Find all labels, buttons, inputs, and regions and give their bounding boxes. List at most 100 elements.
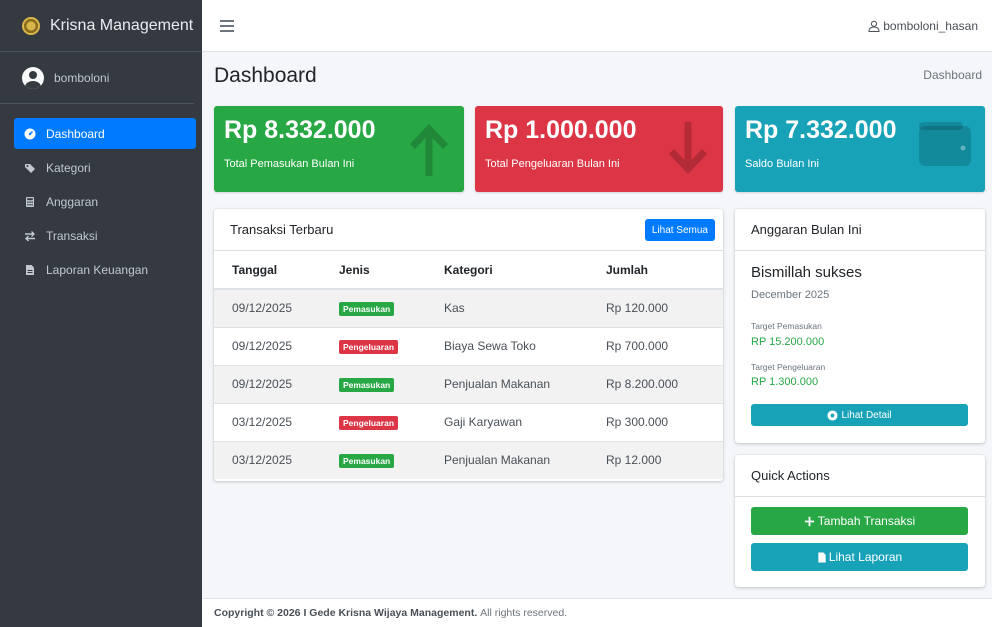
cell-category: Biaya Sewa Toko: [426, 326, 588, 365]
brand-name: Krisna Management: [50, 16, 194, 34]
type-badge: Pemasukan: [339, 453, 395, 468]
sidebar-item-laporan-keuangan[interactable]: Laporan Keuangan: [14, 254, 196, 285]
exchange-icon: [24, 230, 36, 242]
file-icon: [24, 264, 36, 276]
target-expense-label: Target Pengeluaran: [751, 362, 826, 372]
eye-icon: [827, 409, 839, 421]
footer-company: I Gede Krisna Wijaya Management.: [303, 607, 478, 619]
view-detail-button[interactable]: Lihat Detail: [751, 404, 968, 426]
tag-icon: [24, 162, 36, 174]
cell-type: Pengeluaran: [321, 402, 426, 441]
user-name: bomboloni: [54, 70, 110, 85]
cell-date: 09/12/2025: [214, 364, 321, 403]
cell-date: 03/12/2025: [214, 440, 321, 479]
cell-date: 09/12/2025: [214, 288, 321, 327]
menu-toggle-icon[interactable]: [220, 20, 234, 32]
cell-category: Penjualan Makanan: [426, 440, 588, 479]
user-icon: [868, 20, 880, 32]
cell-type: Pengeluaran: [321, 326, 426, 365]
budget-name: Bismillah sukses: [751, 264, 862, 281]
cell-amount: Rp 300.000: [588, 402, 723, 441]
user-menu[interactable]: bomboloni_hasan: [868, 19, 978, 33]
income-value: Rp 8.332.000: [224, 116, 376, 144]
table-row: 09/12/2025 Pemasukan Penjualan Makanan R…: [214, 364, 723, 403]
sidebar-item-label: Laporan Keuangan: [46, 262, 149, 277]
add-transaction-button[interactable]: Tambah Transaksi: [751, 507, 968, 535]
footer: Copyright © 2026 I Gede Krisna Wijaya Ma…: [202, 598, 992, 627]
sidebar-item-label: Dashboard: [46, 126, 105, 141]
wallet-icon: [919, 122, 971, 166]
type-badge: Pemasukan: [339, 301, 395, 316]
plus-icon: [804, 516, 814, 526]
type-badge: Pengeluaran: [339, 415, 399, 430]
sidebar-item-label: Transaksi: [46, 228, 98, 243]
balance-label: Saldo Bulan Ini: [745, 158, 819, 170]
column-header: Tanggal: [214, 251, 321, 290]
page-title: Dashboard: [214, 64, 317, 87]
transactions-table: Tanggal Jenis Kategori Jumlah 09/12/2025…: [214, 251, 723, 479]
brand-link[interactable]: Krisna Management: [0, 0, 202, 52]
cell-category: Penjualan Makanan: [426, 364, 588, 403]
user-avatar-icon: [22, 66, 44, 89]
footer-copyright: Copyright © 2026: [214, 607, 301, 619]
dashboard-icon: [24, 128, 36, 140]
table-row: 03/12/2025 Pengeluaran Gaji Karyawan Rp …: [214, 402, 723, 441]
quick-actions-card: Quick Actions Tambah Transaksi Lihat Lap…: [735, 455, 985, 587]
column-header: Jenis: [321, 251, 426, 290]
cell-amount: Rp 12.000: [588, 440, 723, 479]
card-title: Quick Actions: [751, 468, 830, 483]
card-header: Transaksi Terbaru Lihat Semua: [214, 209, 723, 251]
cell-type: Pemasukan: [321, 288, 426, 327]
type-badge: Pengeluaran: [339, 339, 399, 354]
sidebar-item-label: Kategori: [46, 160, 91, 175]
view-all-button[interactable]: Lihat Semua: [644, 219, 715, 241]
top-user-name: bomboloni_hasan: [883, 19, 978, 33]
balance-value: Rp 7.332.000: [745, 116, 897, 144]
card-title: Transaksi Terbaru: [230, 222, 334, 237]
cell-category: Kas: [426, 288, 588, 327]
user-panel[interactable]: bomboloni: [0, 52, 194, 104]
income-stat-box: Rp 8.332.000 Total Pemasukan Bulan Ini: [214, 106, 464, 192]
expense-value: Rp 1.000.000: [485, 116, 637, 144]
expense-label: Total Pengeluaran Bulan Ini: [485, 158, 620, 170]
calculator-icon: [24, 196, 36, 208]
recent-transactions-card: Transaksi Terbaru Lihat Semua Tanggal Je…: [214, 209, 723, 481]
card-title: Anggaran Bulan Ini: [751, 222, 862, 237]
cell-type: Pemasukan: [321, 440, 426, 479]
sidebar-item-anggaran[interactable]: Anggaran: [14, 186, 196, 217]
breadcrumb[interactable]: Dashboard: [923, 68, 982, 82]
cell-amount: Rp 700.000: [588, 326, 723, 365]
balance-stat-box: Rp 7.332.000 Saldo Bulan Ini: [735, 106, 985, 192]
sidebar-item-dashboard[interactable]: Dashboard: [14, 118, 196, 149]
table-row: 09/12/2025 Pemasukan Kas Rp 120.000: [214, 288, 723, 327]
type-badge: Pemasukan: [339, 377, 395, 392]
column-header: Jumlah: [588, 251, 723, 290]
column-header: Kategori: [426, 251, 588, 290]
view-report-button[interactable]: Lihat Laporan: [751, 543, 968, 571]
add-transaction-label: Tambah Transaksi: [817, 514, 916, 528]
target-expense-value: RP 1.300.000: [751, 376, 819, 388]
cell-date: 03/12/2025: [214, 402, 321, 441]
cell-amount: Rp 120.000: [588, 288, 723, 327]
card-header: Anggaran Bulan Ini: [735, 209, 985, 251]
sidebar: Krisna Management bomboloni Dashboard Ka…: [0, 0, 202, 627]
view-report-label: Lihat Laporan: [828, 550, 903, 564]
top-navbar: bomboloni_hasan: [202, 0, 992, 52]
cell-category: Gaji Karyawan: [426, 402, 588, 441]
file-icon: [818, 551, 826, 563]
cell-amount: Rp 8.200.000: [588, 364, 723, 403]
sidebar-item-label: Anggaran: [46, 194, 99, 209]
table-row: 03/12/2025 Pemasukan Penjualan Makanan R…: [214, 440, 723, 479]
sidebar-item-kategori[interactable]: Kategori: [14, 152, 196, 183]
view-detail-label: Lihat Detail: [841, 409, 892, 421]
brand-logo-icon: [22, 16, 40, 35]
table-row: 09/12/2025 Pengeluaran Biaya Sewa Toko R…: [214, 326, 723, 365]
expense-stat-box: Rp 1.000.000 Total Pengeluaran Bulan Ini: [475, 106, 723, 192]
target-income-value: RP 15.200.000: [751, 336, 825, 348]
cell-type: Pemasukan: [321, 364, 426, 403]
monthly-budget-card: Anggaran Bulan Ini Bismillah sukses Dece…: [735, 209, 985, 443]
income-label: Total Pemasukan Bulan Ini: [224, 158, 355, 170]
sidebar-nav: Dashboard Kategori Anggaran Transaksi La…: [0, 104, 202, 285]
budget-period: December 2025: [751, 289, 830, 301]
sidebar-item-transaksi[interactable]: Transaksi: [14, 220, 196, 251]
